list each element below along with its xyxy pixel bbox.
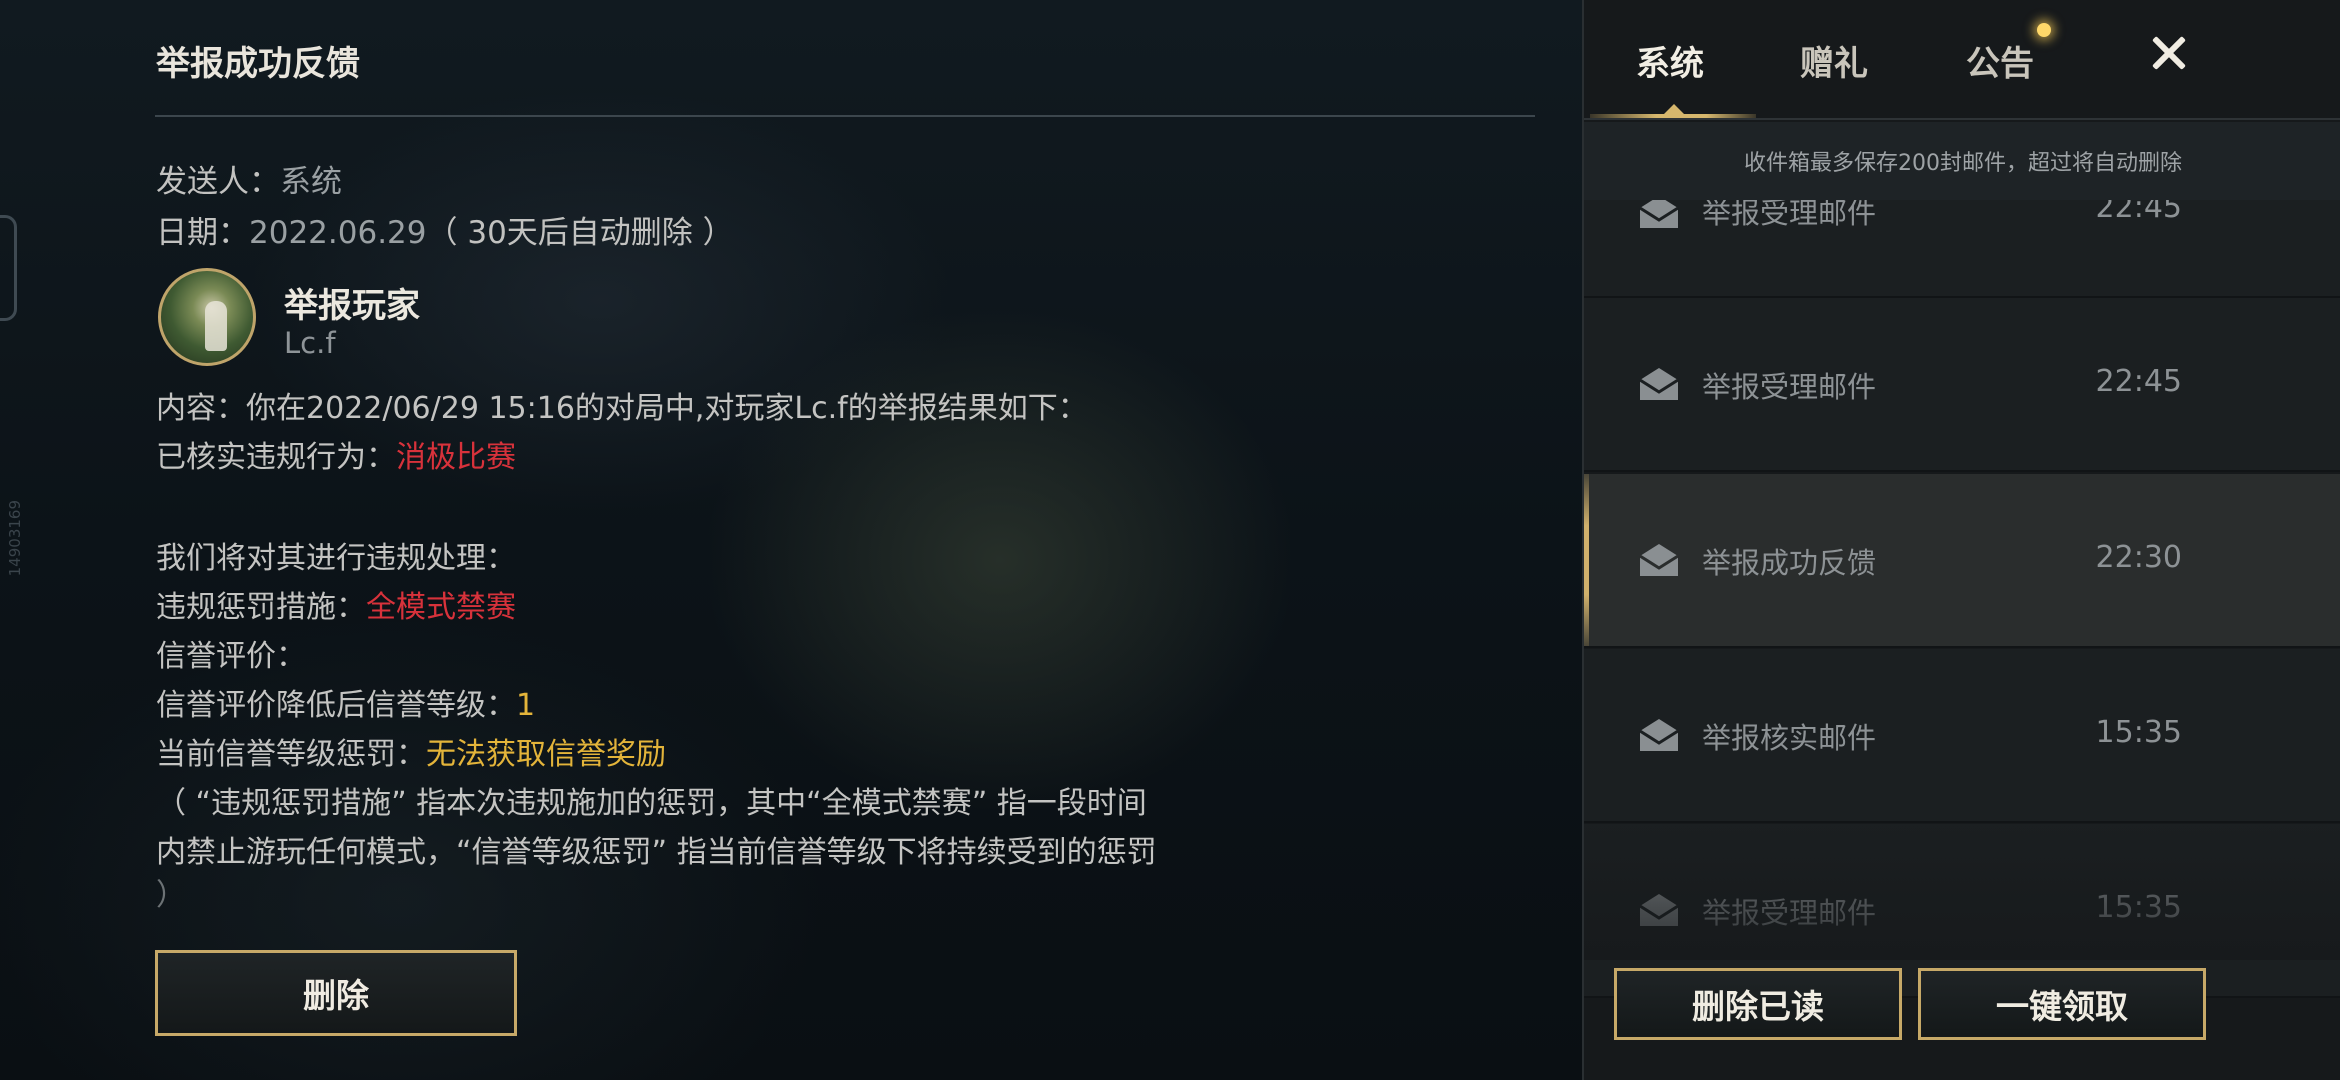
date-note: （ 30天后自动删除 ） [426,215,734,251]
tabs-divider [1584,118,2340,120]
violation-value: 消极比赛 [396,440,516,475]
player-id: Lc.f [284,326,336,360]
reputation-level-value: 1 [516,688,536,723]
penalty-value: 全模式禁赛 [366,590,516,625]
date-line: 日期：2022.06.29（ 30天后自动删除 ） [156,207,734,252]
mail-time: 22:45 [2095,364,2182,399]
delete-read-button[interactable]: 删除已读 [1614,968,1902,1040]
selection-indicator [1584,474,1589,646]
active-tab-caret [1664,104,1684,114]
side-id-text: 14903169 [6,500,24,577]
date-value: 2022.06.29 [249,215,427,251]
reputation-penalty-value: 无法获取信誉奖励 [426,737,666,772]
player-name: 举报玩家 [284,286,420,326]
inbox-tabs: 系统 赠礼 公告 [1584,0,2340,120]
mail-time: 22:30 [2095,540,2182,575]
mail-title: 举报成功反馈 [156,44,360,84]
active-tab-underline [1590,114,1756,118]
title-divider [155,115,1535,117]
content-line: 内容：你在2022/06/29 15:16的对局中,对玩家Lc.f的举报结果如下… [156,391,1088,426]
reputation-level-label: 信誉评价降低后信誉等级： [156,688,516,723]
reputation-line: 信誉评价： [156,639,306,674]
note-line-3: ） [156,878,186,913]
player-avatar[interactable] [158,268,256,366]
mail-icon [1639,894,1679,926]
inbox-notice: 收件箱最多保存200封邮件，超过将自动删除 [1584,122,2340,200]
mail-list-item-selected[interactable]: 举报成功反馈 22:30 [1584,474,2340,648]
sender-line: 发送人：系统 [156,156,342,201]
notification-dot [2037,23,2051,37]
avatar-figure [205,301,227,351]
mail-time: 15:35 [2095,715,2182,750]
mail-list-item[interactable]: 举报受理邮件 22:45 [1584,298,2340,472]
mail-subject: 举报核实邮件 [1702,721,1877,755]
mail-icon [1639,368,1679,400]
note-line-2: 内禁止游玩任何模式，“信誉等级惩罚” 指当前信誉等级下将持续受到的惩罚 [156,835,1157,870]
violation-label: 已核实违规行为： [156,440,396,475]
game-screen: 14903169 举报成功反馈 发送人：系统 日期：2022.06.29（ 30… [0,0,2340,1080]
sender-value: 系统 [280,164,342,200]
mail-subject: 举报受理邮件 [1702,896,1877,930]
reputation-penalty-label: 当前信誉等级惩罚： [156,737,426,772]
tab-system[interactable]: 系统 [1636,36,1704,85]
note-line-1: （ “违规惩罚措施” 指本次违规施加的惩罚，其中“全模式禁赛” 指一段时间 [156,786,1147,821]
mail-icon [1639,544,1679,576]
mail-icon [1639,719,1679,751]
tab-gifts[interactable]: 赠礼 [1800,36,1868,85]
mail-time: 15:35 [2095,890,2182,925]
date-label: 日期： [156,215,249,251]
reputation-level-line: 信誉评价降低后信誉等级：1 [156,680,535,724]
inbox-panel: 系统 赠礼 公告 收件箱最多保存200封邮件，超过将自动删除 举报受理邮件 22… [1582,0,2340,1080]
delete-button[interactable]: 删除 [155,950,517,1036]
mail-subject: 举报成功反馈 [1702,546,1877,580]
mail-subject: 举报受理邮件 [1702,370,1877,404]
side-frame-tab [0,215,17,321]
handling-line: 我们将对其进行违规处理： [156,541,516,576]
claim-all-button[interactable]: 一键领取 [1918,968,2206,1040]
tab-announcements[interactable]: 公告 [1966,36,2034,85]
close-icon[interactable] [2146,30,2194,78]
sender-label: 发送人： [156,164,280,200]
penalty-label: 违规惩罚措施： [156,590,366,625]
mail-list-item[interactable]: 举报核实邮件 15:35 [1584,649,2340,823]
reputation-penalty-line: 当前信誉等级惩罚：无法获取信誉奖励 [156,729,666,773]
violation-line: 已核实违规行为：消极比赛 [156,432,516,476]
penalty-line: 违规惩罚措施：全模式禁赛 [156,582,516,626]
